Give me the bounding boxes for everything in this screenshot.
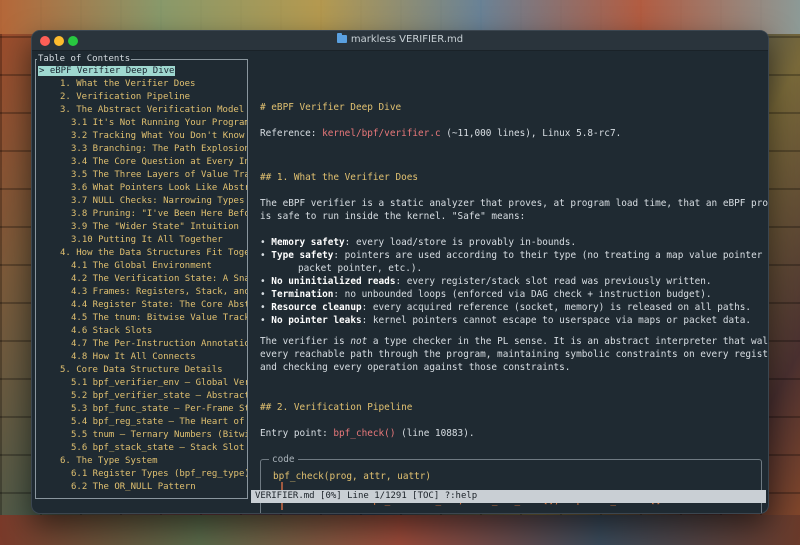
toc-item[interactable]: > eBPF Verifier Deep Dive xyxy=(38,65,247,78)
toc-item[interactable]: 5.2 bpf_verifier_state — Abstract xyxy=(38,390,247,403)
toc-list: > eBPF Verifier Deep Dive 1. What the Ver… xyxy=(38,65,247,494)
toc-item[interactable]: 3. The Abstract Verification Model xyxy=(38,104,247,117)
toc-item[interactable]: 1. What the Verifier Does xyxy=(38,78,247,91)
status-help: ?:help xyxy=(444,491,478,501)
toc-item[interactable]: 3.9 The "Wider State" Intuition xyxy=(38,221,247,234)
toc-item[interactable]: 4.8 How It All Connects xyxy=(38,351,247,364)
toc-item[interactable]: 4.7 The Per-Instruction Annotatio xyxy=(38,338,247,351)
toc-item[interactable]: 2. Verification Pipeline xyxy=(38,91,247,104)
toc-item[interactable]: 4.2 The Verification State: A Sna xyxy=(38,273,247,286)
toc-item[interactable]: 3.3 Branching: The Path Explosion xyxy=(38,143,247,156)
status-file: VERIFIER.md xyxy=(255,491,315,501)
toc-item[interactable]: 4. How the Data Structures Fit Toge xyxy=(38,247,247,260)
bullet-marker: • xyxy=(260,302,272,313)
bullet-item: • Termination: no unbounded loops (enfor… xyxy=(260,289,712,300)
toc-item[interactable]: 5.4 bpf_reg_state — The Heart of xyxy=(38,416,247,429)
toc-pane: Table of Contents > eBPF Verifier Deep D… xyxy=(35,53,248,499)
bullet-item: • Resource cleanup: every acquired refer… xyxy=(260,302,752,313)
window-title-area: markless VERIFIER.md xyxy=(32,33,768,45)
bullet-marker: • xyxy=(260,315,272,326)
para2-line-2: every reachable path through the program… xyxy=(260,349,769,360)
section-heading-2: ## 2. Verification Pipeline xyxy=(260,402,413,413)
bullet-item: • No pointer leaks: kernel pointers cann… xyxy=(260,315,752,326)
toc-item[interactable]: 3.6 What Pointers Look Like Abstr xyxy=(38,182,247,195)
para2-line-1: The verifier is not a type checker in th… xyxy=(260,336,769,347)
bullet-marker: • xyxy=(260,250,272,261)
toc-item[interactable]: 5.6 bpf_stack_state — Stack Slot xyxy=(38,442,247,455)
section-heading-1: ## 1. What the Verifier Does xyxy=(260,172,419,183)
toc-item[interactable]: 5.3 bpf_func_state — Per-Frame St xyxy=(38,403,247,416)
reference-link[interactable]: kernel/bpf/verifier.c xyxy=(322,128,441,139)
bullet-item: • Type safety: pointers are used accordi… xyxy=(260,250,769,261)
bullet-item: packet pointer, etc.). xyxy=(298,263,423,274)
toc-item[interactable]: 4.1 The Global Environment xyxy=(38,260,247,273)
entry-point-line: Entry point: bpf_check() (line 10883). xyxy=(260,428,475,439)
para2-line-3: and checking every operation against tho… xyxy=(260,362,571,373)
status-line: VERIFIER.md [0%] Line 1/1291 [TOC] ?:hel… xyxy=(251,490,766,503)
safety-bullet-list: • Memory safety: every load/store is pro… xyxy=(260,236,769,327)
intro-line-2: is safe to run inside the kernel. "Safe"… xyxy=(260,211,526,222)
document-pane: # eBPF Verifier Deep Dive Reference: ker… xyxy=(260,59,769,513)
intro-line-1: The eBPF verifier is a static analyzer t… xyxy=(260,198,769,209)
bullet-marker: • xyxy=(260,237,272,248)
bullet-item: • Memory safety: every load/store is pro… xyxy=(260,237,577,248)
status-mode: [TOC] xyxy=(412,491,440,501)
toc-item[interactable]: 6.2 The OR_NULL Pattern xyxy=(38,481,247,494)
reference-line: Reference: kernel/bpf/verifier.c (~11,00… xyxy=(260,128,622,139)
doc-heading-1: # eBPF Verifier Deep Dive xyxy=(260,102,402,113)
status-percent: [0%] xyxy=(320,491,342,501)
toc-item[interactable]: 3.1 It's Not Running Your Program xyxy=(38,117,247,130)
desktop-background-top xyxy=(0,0,800,34)
toc-item[interactable]: 3.10 Putting It All Together xyxy=(38,234,247,247)
bullet-marker: • xyxy=(260,276,272,287)
desktop-background-bottom xyxy=(0,515,800,545)
toc-item[interactable]: 4.6 Stack Slots xyxy=(38,325,247,338)
toc-item[interactable]: 3.7 NULL Checks: Narrowing Types xyxy=(38,195,247,208)
toc-item[interactable]: 6. The Type System xyxy=(38,455,247,468)
bullet-item: • No uninitialized reads: every register… xyxy=(260,276,712,287)
toc-item[interactable]: 3.2 Tracking What You Don't Know xyxy=(38,130,247,143)
toc-item[interactable]: 3.4 The Core Question at Every In xyxy=(38,156,247,169)
code-label: code xyxy=(269,453,298,466)
toc-item[interactable]: 6.1 Register Types (bpf_reg_type) xyxy=(38,468,247,481)
code-line-1: bpf_check(prog, attr, uattr) xyxy=(273,471,432,482)
toc-item[interactable]: 4.3 Frames: Registers, Stack, and xyxy=(38,286,247,299)
bullet-marker: • xyxy=(260,289,272,300)
toc-heading: Table of Contents xyxy=(37,53,132,65)
toc-item[interactable]: 3.5 The Three Layers of Value Tra xyxy=(38,169,247,182)
window-title: markless VERIFIER.md xyxy=(350,34,464,45)
toc-item[interactable]: 5. Core Data Structure Details xyxy=(38,364,247,377)
folder-icon xyxy=(336,33,347,43)
entry-point-link[interactable]: bpf_check() xyxy=(333,428,395,439)
terminal-window: markless VERIFIER.md Table of Contents >… xyxy=(31,30,769,514)
toc-item[interactable]: 4.4 Register State: The Core Abst xyxy=(38,299,247,312)
code-block: code bpf_check(prog, attr, uattr) 1. All… xyxy=(260,453,762,513)
toc-item[interactable]: 5.1 bpf_verifier_env — Global Ver xyxy=(38,377,247,390)
title-bar[interactable]: markless VERIFIER.md xyxy=(32,31,768,51)
toc-item[interactable]: 5.5 tnum — Ternary Numbers (Bitwi xyxy=(38,429,247,442)
toc-item[interactable]: 4.5 The tnum: Bitwise Value Track xyxy=(38,312,247,325)
toc-item[interactable]: 3.8 Pruning: "I've Been Here Befo xyxy=(38,208,247,221)
status-line-number: Line 1/1291 xyxy=(347,491,407,501)
